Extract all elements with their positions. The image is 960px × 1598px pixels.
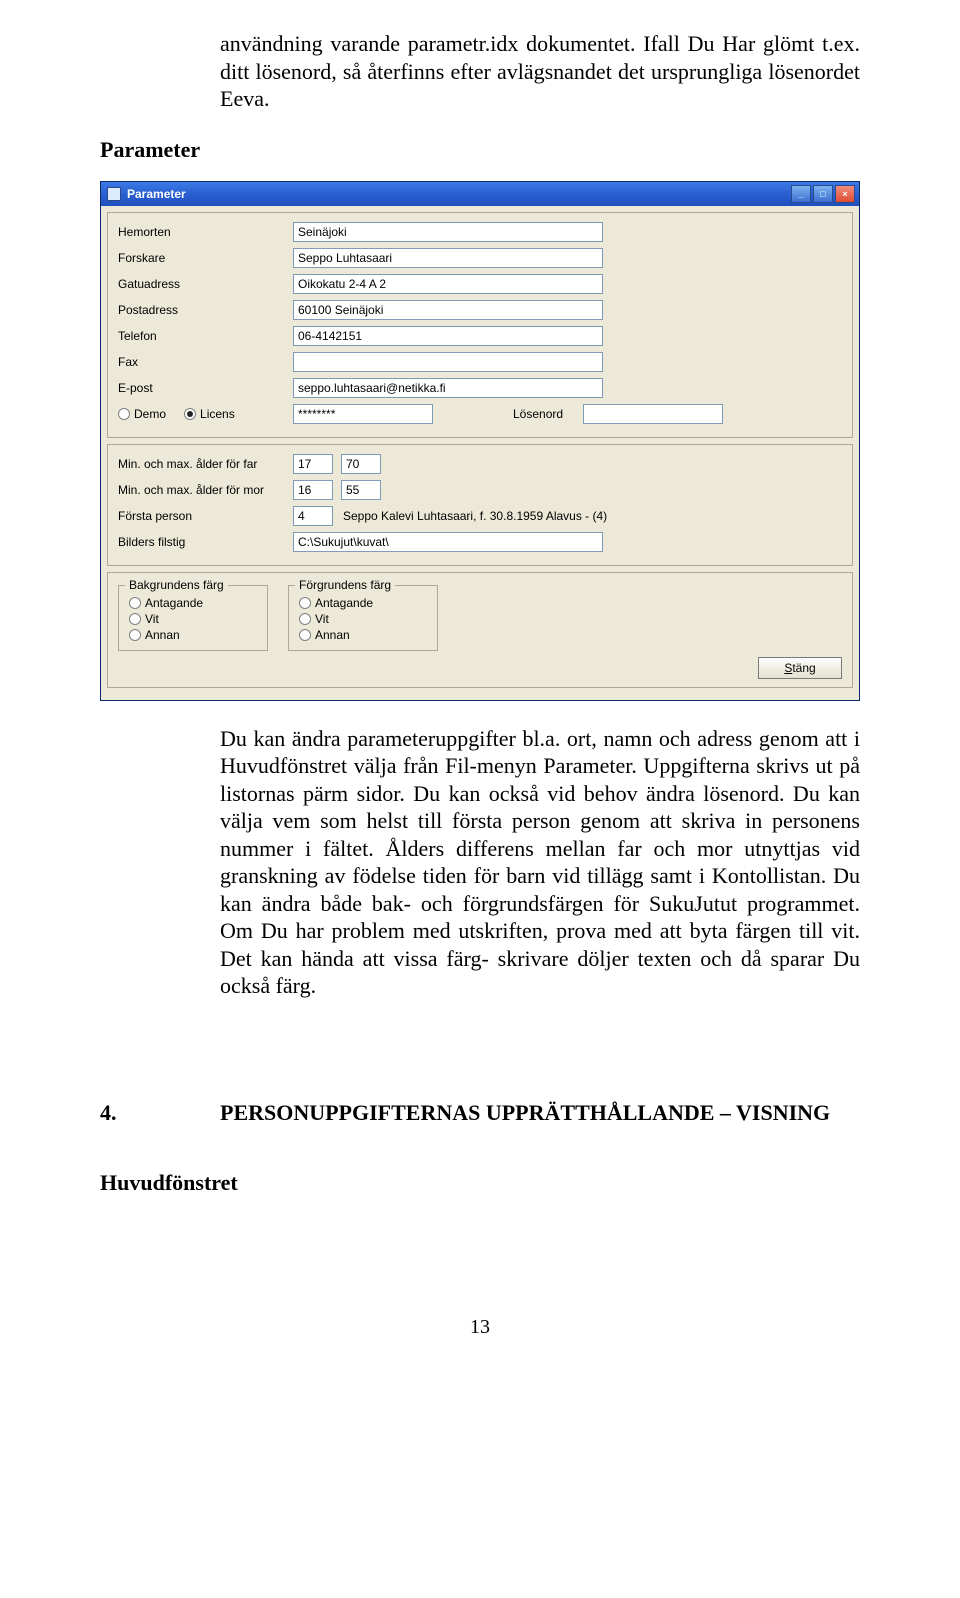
radio-label: Annan (315, 628, 350, 642)
panel-ages: Min. och max. ålder för far Min. och max… (107, 444, 853, 566)
input-forskare[interactable] (293, 248, 603, 268)
label-gatuadress: Gatuadress (118, 277, 293, 291)
radio-label-demo: Demo (134, 407, 166, 421)
input-forsta-person[interactable] (293, 506, 333, 526)
minimize-button[interactable]: _ (791, 185, 811, 203)
section-heading-parameter: Parameter (100, 137, 860, 163)
groupbox-bakgrund: Bakgrundens färg Antagande Vit Annan (118, 585, 268, 651)
radio-fg-vit[interactable]: Vit (299, 612, 427, 626)
panel-contact: Hemorten Forskare Gatuadress Postadress … (107, 212, 853, 438)
input-far-max[interactable] (341, 454, 381, 474)
radio-label-licens: Licens (200, 407, 235, 421)
label-min-mor: Min. och max. ålder för mor (118, 483, 293, 497)
input-mor-min[interactable] (293, 480, 333, 500)
label-fax: Fax (118, 355, 293, 369)
radio-label: Annan (145, 628, 180, 642)
label-hemorten: Hemorten (118, 225, 293, 239)
label-epost: E-post (118, 381, 293, 395)
input-mor-max[interactable] (341, 480, 381, 500)
forsta-person-info: Seppo Kalevi Luhtasaari, f. 30.8.1959 Al… (343, 509, 607, 523)
radio-icon-licens (184, 408, 196, 420)
page-number: 13 (100, 1316, 860, 1339)
radio-icon-demo (118, 408, 130, 420)
input-fax[interactable] (293, 352, 603, 372)
radio-demo[interactable]: Demo (118, 407, 166, 421)
input-far-min[interactable] (293, 454, 333, 474)
panel-colors: Bakgrundens färg Antagande Vit Annan För… (107, 572, 853, 688)
radio-icon (299, 597, 311, 609)
section4-number: 4. (100, 1100, 220, 1126)
label-postadress: Postadress (118, 303, 293, 317)
radio-fg-annan[interactable]: Annan (299, 628, 427, 642)
parameter-window: Parameter _ □ × Hemorten Forskare Gatua (100, 181, 860, 701)
radio-label: Vit (145, 612, 159, 626)
radio-icon (129, 613, 141, 625)
groupbox-forgrund: Förgrundens färg Antagande Vit Annan (288, 585, 438, 651)
label-forsta-person: Första person (118, 509, 293, 523)
window-title: Parameter (127, 187, 791, 201)
radio-label: Antagande (315, 596, 373, 610)
section4-title: PERSONUPPGIFTERNAS UPPRÄTTHÅLLANDE – VIS… (220, 1100, 830, 1126)
radio-icon (299, 629, 311, 641)
body-paragraph: Du kan ändra parameteruppgifter bl.a. or… (220, 725, 860, 1000)
radio-bg-annan[interactable]: Annan (129, 628, 257, 642)
label-bilders-filstig: Bilders filstig (118, 535, 293, 549)
label-min-far: Min. och max. ålder för far (118, 457, 293, 471)
radio-icon (129, 597, 141, 609)
close-window-button[interactable]: × (835, 185, 855, 203)
radio-bg-antagande[interactable]: Antagande (129, 596, 257, 610)
radio-licens[interactable]: Licens (184, 407, 235, 421)
window-app-icon (107, 187, 121, 201)
input-postadress[interactable] (293, 300, 603, 320)
maximize-button[interactable]: □ (813, 185, 833, 203)
input-losenord[interactable] (583, 404, 723, 424)
intro-paragraph: användning varande parametr.idx dokument… (220, 30, 860, 113)
window-titlebar[interactable]: Parameter _ □ × (101, 182, 859, 206)
label-losenord: Lösenord (513, 407, 583, 421)
radio-icon (299, 613, 311, 625)
input-telefon[interactable] (293, 326, 603, 346)
groupbox-title-bakgrund: Bakgrundens färg (125, 578, 228, 592)
radio-label: Vit (315, 612, 329, 626)
radio-fg-antagande[interactable]: Antagande (299, 596, 427, 610)
input-gatuadress[interactable] (293, 274, 603, 294)
input-licens-code[interactable] (293, 404, 433, 424)
input-bilders-filstig[interactable] (293, 532, 603, 552)
input-hemorten[interactable] (293, 222, 603, 242)
input-epost[interactable] (293, 378, 603, 398)
radio-icon (129, 629, 141, 641)
label-telefon: Telefon (118, 329, 293, 343)
subheading-huvudfonstret: Huvudfönstret (100, 1170, 860, 1196)
groupbox-title-forgrund: Förgrundens färg (295, 578, 395, 592)
radio-label: Antagande (145, 596, 203, 610)
stang-button[interactable]: Stäng (758, 657, 842, 679)
label-forskare: Forskare (118, 251, 293, 265)
stang-label-rest: täng (792, 661, 815, 675)
radio-bg-vit[interactable]: Vit (129, 612, 257, 626)
